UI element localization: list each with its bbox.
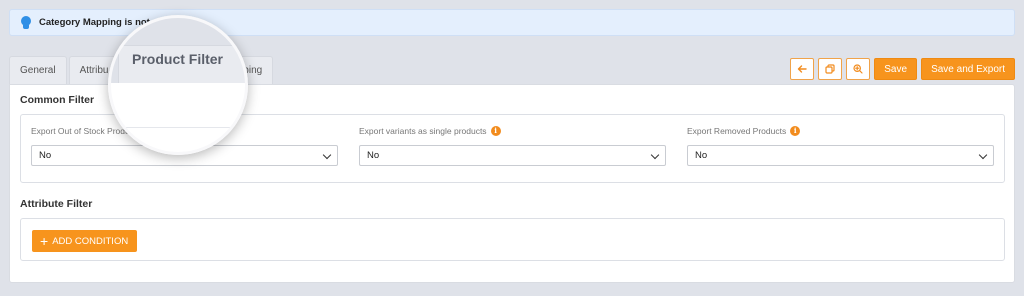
- add-condition-label: ADD CONDITION: [52, 235, 129, 247]
- select-value: No: [695, 150, 708, 161]
- field-label-text: Export Removed Products: [687, 126, 787, 136]
- info-icon[interactable]: i: [790, 126, 801, 136]
- field-label-text: Export variants as single products: [359, 126, 487, 136]
- zoom-in-icon: [853, 64, 863, 74]
- duplicate-button[interactable]: [818, 58, 843, 80]
- preview-button[interactable]: [846, 58, 871, 80]
- add-condition-button[interactable]: + ADD CONDITION: [32, 230, 138, 252]
- tab-general[interactable]: General: [9, 56, 67, 84]
- removed-products-select[interactable]: No: [687, 145, 994, 166]
- chevron-down-icon: [651, 152, 659, 160]
- lightbulb-icon: [20, 15, 32, 30]
- chevron-down-icon: [323, 152, 331, 160]
- magnifier-lens: Product Filter: [108, 15, 248, 155]
- save-and-export-button[interactable]: Save and Export: [921, 58, 1015, 80]
- field-label: Export variants as single products i: [359, 125, 666, 137]
- field-removed-products: Export Removed Products i No: [687, 125, 994, 166]
- field-variants-single: Export variants as single products i No: [359, 125, 666, 166]
- info-icon[interactable]: i: [490, 126, 501, 136]
- field-label: Export Removed Products i: [687, 125, 994, 137]
- copy-icon: [825, 64, 835, 74]
- variants-single-select[interactable]: No: [359, 145, 666, 166]
- attribute-filter-box: + ADD CONDITION: [20, 218, 1005, 261]
- arrow-left-icon: [798, 65, 807, 73]
- save-button[interactable]: Save: [874, 58, 918, 80]
- toolbar: Save Save and Export: [790, 58, 1015, 80]
- attribute-filter-title: Attribute Filter: [20, 198, 93, 210]
- common-filter-title: Common Filter: [20, 94, 95, 106]
- select-value: No: [367, 150, 380, 161]
- back-button[interactable]: [790, 58, 815, 80]
- chevron-down-icon: [979, 152, 987, 160]
- select-value: No: [39, 150, 52, 161]
- plus-icon: +: [40, 233, 49, 249]
